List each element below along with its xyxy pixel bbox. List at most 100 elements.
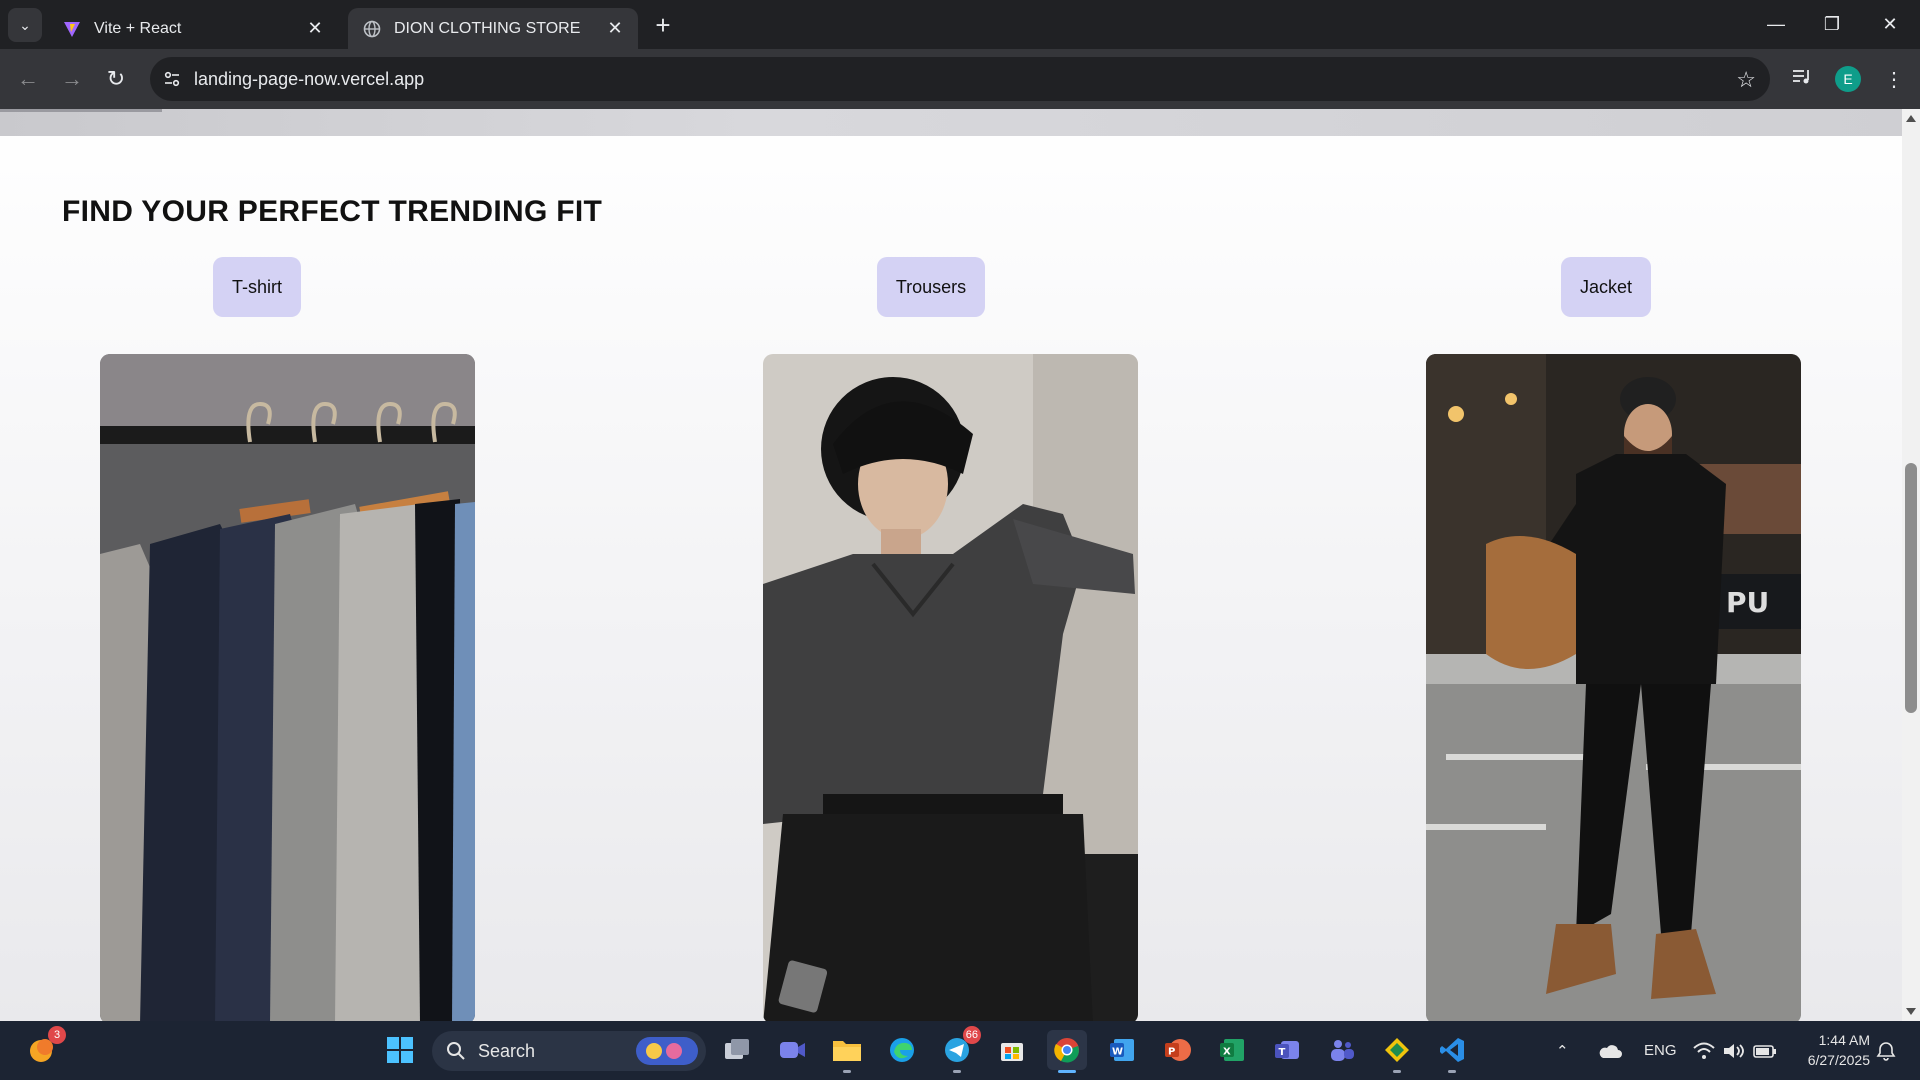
address-bar[interactable]: landing-page-now.vercel.app ☆ [150, 57, 1770, 101]
windows-taskbar: 3 Search 66 W P X T ⌃ ENG 1:44 AM 6/27/2… [0, 1021, 1920, 1080]
tab-title: Vite + React [94, 19, 182, 37]
minimize-icon: — [1767, 14, 1785, 34]
search-label: Search [478, 1040, 536, 1061]
svg-text:P: P [1168, 1047, 1175, 1058]
running-indicator [1448, 1070, 1456, 1073]
vscode-icon [1440, 1038, 1464, 1062]
taskbar-clock[interactable]: 1:44 AM 6/27/2025 [1790, 1030, 1870, 1070]
site-info-icon[interactable] [150, 57, 194, 101]
vite-logo-icon [62, 19, 82, 39]
sourcetree-button[interactable] [1377, 1030, 1417, 1073]
category-photo-trousers[interactable] [763, 354, 1138, 1021]
network-volume-battery-button[interactable] [1693, 1021, 1777, 1080]
hero-section-bottom [0, 109, 1902, 136]
minimize-button[interactable]: — [1748, 0, 1804, 49]
teams-classic-button[interactable]: T [1267, 1030, 1307, 1070]
svg-text:X: X [1223, 1047, 1231, 1058]
tab-vite-react[interactable]: Vite + React ✕ [48, 8, 338, 49]
clock-date: 6/27/2025 [1807, 1052, 1870, 1068]
notifications-button[interactable] [1876, 1021, 1896, 1080]
store-button[interactable] [992, 1030, 1032, 1070]
clock-time: 1:44 AM [1818, 1032, 1870, 1048]
word-button[interactable]: W [1102, 1030, 1142, 1070]
profile-button[interactable]: E [1830, 61, 1866, 97]
tab-search-button[interactable]: ⌄ [8, 8, 42, 42]
arrow-left-icon: ← [17, 66, 39, 91]
browser-tab-bar: ⌄ Vite + React ✕ DION CLOTHING STORE ✕ +… [0, 0, 1920, 49]
media-control-button[interactable] [1784, 61, 1820, 97]
reload-icon: ↻ [106, 66, 126, 91]
page-scrollbar[interactable] [1902, 109, 1920, 1021]
scrollbar-thumb[interactable] [1905, 463, 1917, 713]
restore-icon: ❐ [1823, 14, 1841, 34]
telegram-badge: 66 [962, 1026, 981, 1044]
forward-button[interactable]: → [54, 61, 90, 97]
meet-button[interactable] [772, 1030, 812, 1070]
language-indicator[interactable]: ENG [1644, 1021, 1677, 1080]
show-hidden-icons-button[interactable]: ⌃ [1556, 1021, 1569, 1080]
close-tab-icon[interactable]: ✕ [304, 18, 326, 40]
excel-button[interactable]: X [1212, 1030, 1252, 1070]
globe-icon [362, 19, 382, 39]
hero-divider [0, 109, 162, 112]
telegram-button[interactable]: 66 [937, 1026, 981, 1073]
restore-button[interactable]: ❐ [1804, 0, 1860, 49]
close-window-button[interactable]: ✕ [1862, 0, 1918, 49]
teams-button[interactable] [1322, 1030, 1362, 1070]
excel-icon: X [1220, 1039, 1244, 1061]
edge-browser-icon [890, 1038, 914, 1062]
category-button-jacket[interactable]: Jacket [1561, 257, 1651, 317]
file-explorer-button[interactable] [827, 1030, 867, 1073]
volume-icon [1724, 1043, 1744, 1058]
word-icon: W [1110, 1039, 1134, 1061]
running-indicator [1058, 1070, 1076, 1073]
powerpoint-button[interactable]: P [1157, 1030, 1197, 1070]
bookmark-star-icon[interactable]: ☆ [1736, 67, 1756, 93]
close-icon: ✕ [1882, 14, 1898, 34]
chevron-up-icon: ⌃ [1556, 1042, 1569, 1060]
teams-icon: T [1275, 1041, 1299, 1059]
category-photo-tshirt[interactable] [100, 354, 475, 1021]
folder-icon [833, 1041, 861, 1061]
cloud-icon [1599, 1044, 1622, 1058]
media-queue-icon [1792, 67, 1812, 91]
back-button[interactable]: ← [10, 61, 46, 97]
battery-icon [1753, 1044, 1776, 1058]
category-photo-jacket[interactable]: PU [1426, 354, 1801, 1021]
chrome-icon [1054, 1038, 1079, 1063]
taskbar-search[interactable]: Search [432, 1031, 706, 1071]
search-icon [447, 1042, 465, 1060]
profile-avatar: E [1835, 66, 1861, 92]
widgets-button[interactable]: 3 [22, 1026, 66, 1070]
task-view-button[interactable] [717, 1030, 757, 1070]
wifi-icon [1693, 1042, 1715, 1059]
widgets-badge: 3 [48, 1026, 66, 1044]
onedrive-button[interactable] [1598, 1021, 1622, 1080]
chrome-button[interactable] [1047, 1030, 1087, 1073]
vscode-button[interactable] [1432, 1030, 1472, 1073]
git-diamond-icon [1385, 1038, 1409, 1062]
more-vert-icon: ⋮ [1884, 68, 1904, 91]
start-button[interactable] [380, 1030, 420, 1070]
url-text: landing-page-now.vercel.app [194, 68, 425, 89]
browser-menu-button[interactable]: ⋮ [1876, 61, 1912, 97]
tab-title: DION CLOTHING STORE [394, 19, 581, 37]
task-view-icon [725, 1039, 749, 1059]
running-indicator [1393, 1070, 1401, 1073]
search-highlight-icon [636, 1037, 698, 1065]
category-button-tshirt[interactable]: T-shirt [213, 257, 301, 317]
scroll-down-arrow-icon[interactable] [1906, 1008, 1916, 1015]
tab-dion-clothing-store[interactable]: DION CLOTHING STORE ✕ [348, 8, 638, 49]
chevron-down-icon: ⌄ [19, 16, 31, 33]
reload-button[interactable]: ↻ [98, 61, 134, 97]
teams-people-icon [1331, 1040, 1354, 1061]
new-tab-button[interactable]: + [648, 10, 678, 40]
store-icon [1001, 1043, 1023, 1061]
category-button-trousers[interactable]: Trousers [877, 257, 985, 317]
svg-text:T: T [1279, 1047, 1286, 1058]
close-tab-icon[interactable]: ✕ [604, 18, 626, 40]
browser-toolbar: ← → ↻ landing-page-now.vercel.app ☆ E ⋮ [0, 49, 1920, 109]
scroll-up-arrow-icon[interactable] [1906, 115, 1916, 122]
language-label: ENG [1644, 1042, 1677, 1059]
edge-button[interactable] [882, 1030, 922, 1070]
